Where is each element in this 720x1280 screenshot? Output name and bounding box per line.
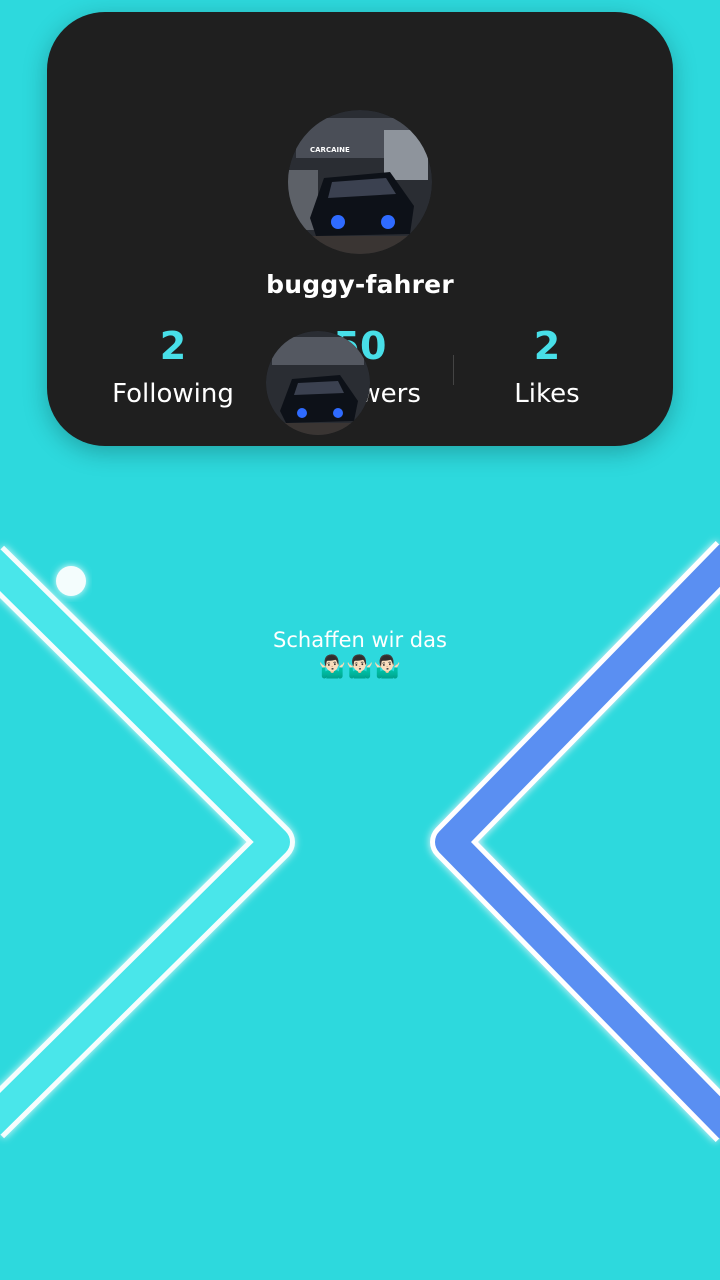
caption-text: Schaffen wir das <box>273 628 447 652</box>
username: buggy-fahrer <box>266 270 454 299</box>
shrug-emojis: 🤷🏻‍♂️🤷🏻‍♂️🤷🏻‍♂️ <box>318 655 402 680</box>
likes-label: Likes <box>514 379 580 409</box>
player-ball[interactable] <box>56 566 86 596</box>
svg-text:CARCAINE: CARCAINE <box>310 146 350 154</box>
car-photo-avatar-icon: CARCAINE <box>288 110 432 254</box>
floating-avatar <box>266 331 370 435</box>
profile-avatar[interactable]: CARCAINE <box>288 110 432 254</box>
stat-likes[interactable]: 2 Likes <box>437 322 657 418</box>
car-photo-small-icon <box>266 331 370 435</box>
likes-count: 2 <box>533 324 561 368</box>
